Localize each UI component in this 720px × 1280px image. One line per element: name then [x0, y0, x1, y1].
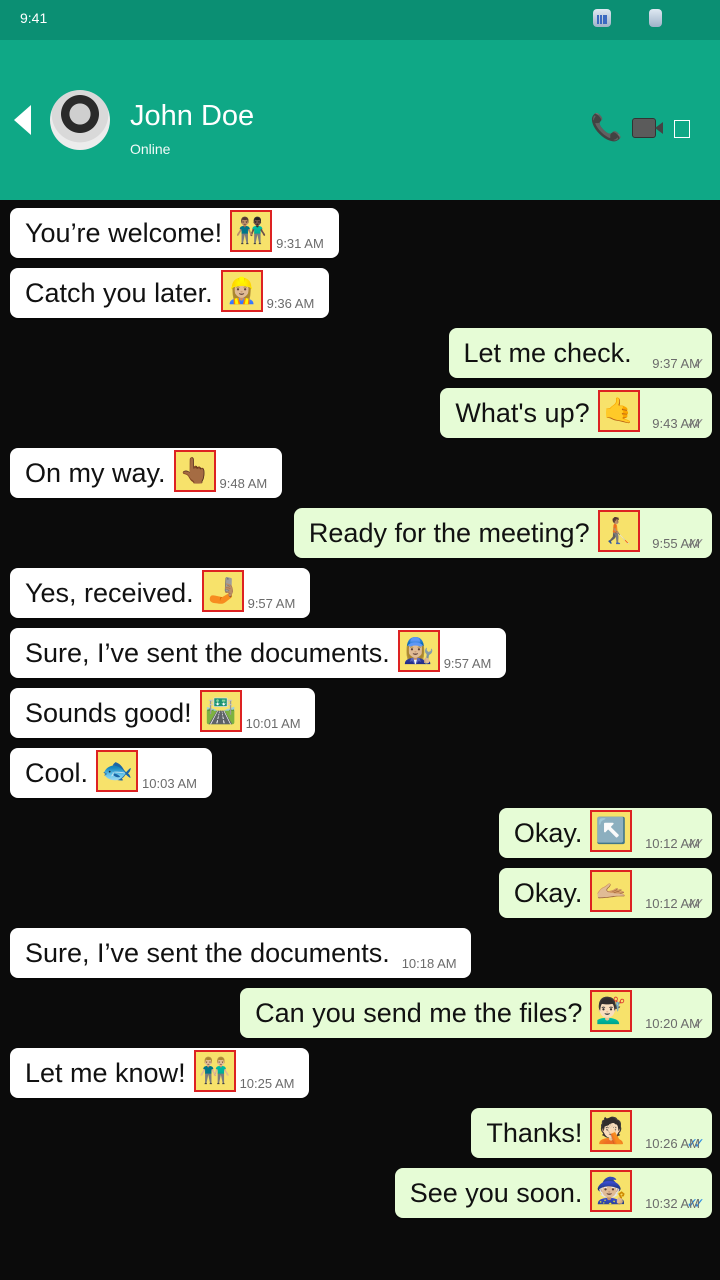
message-text: Ready for the meeting? — [308, 518, 590, 548]
outgoing-message[interactable]: Okay. 🫴🏼 ✓✓ 10:12 AM — [498, 868, 712, 918]
incoming-message[interactable]: Let me know! 👬🏼 10:25 AM — [10, 1048, 310, 1098]
emoji-icon: 🫴🏼 — [590, 870, 633, 912]
incoming-message[interactable]: Sure, I’ve sent the documents. 👩🏼‍🔧 9:57 A… — [10, 628, 507, 678]
message-time: 9:57 AM — [443, 656, 492, 671]
message-time: 9:37 AM — [652, 356, 700, 371]
incoming-message[interactable]: Sure, I’ve sent the documents. 10:18 AM — [10, 928, 472, 978]
message-text: You’re welcome! — [25, 218, 223, 248]
message-time: 9:36 AM — [266, 296, 315, 311]
outgoing-message[interactable]: Okay. ↖️ ✓✓ 10:12 AM — [498, 808, 712, 858]
message-time: 10:12 AM — [645, 836, 700, 851]
emoji-icon: 👆🏾 — [173, 450, 216, 492]
outgoing-message[interactable]: See you soon. 🧙🏼 ✓✓ 10:32 AM — [394, 1168, 712, 1218]
emoji-icon: 👷🏼‍♀️ — [220, 270, 263, 312]
emoji-icon: 🤙 — [597, 390, 640, 432]
message-text: Can you send me the files? — [255, 998, 583, 1028]
message-time: 9:48 AM — [219, 476, 268, 491]
outgoing-message[interactable]: Thanks! 🤦🏻 ✓✓ 10:26 AM — [471, 1108, 712, 1158]
incoming-message[interactable]: On my way. 👆🏾 9:48 AM — [10, 448, 282, 498]
status-bar: 9:41 — [0, 0, 720, 40]
emoji-icon: 💇🏻‍♂️ — [590, 990, 633, 1032]
message-time: 10:01 AM — [245, 716, 301, 731]
signal-icon — [593, 9, 611, 27]
chat-header: John Doe Online 📞 — [0, 40, 720, 200]
message-text: Sure, I’ve sent the documents. — [25, 638, 390, 668]
message-time: 10:18 AM — [401, 956, 457, 971]
message-text: Thanks! — [486, 1118, 583, 1148]
message-text: Let me know! — [25, 1058, 186, 1088]
message-text: Okay. — [513, 878, 583, 908]
contact-status: Online — [130, 141, 171, 157]
back-icon[interactable] — [14, 105, 31, 135]
incoming-message[interactable]: Sounds good! 🛣️ 10:01 AM — [10, 688, 316, 738]
outgoing-message[interactable]: Let me check. ✓ 9:37 AM — [448, 328, 712, 378]
avatar[interactable] — [50, 90, 110, 150]
video-call-icon[interactable] — [632, 118, 663, 138]
emoji-icon: 🐟 — [96, 750, 139, 792]
message-time: 10:12 AM — [645, 896, 700, 911]
message-time: 10:26 AM — [645, 1136, 700, 1151]
menu-icon[interactable] — [674, 120, 690, 138]
message-text: Cool. — [25, 758, 89, 788]
message-time: 9:57 AM — [247, 596, 296, 611]
message-time: 9:55 AM — [652, 536, 700, 551]
emoji-icon: 🧑🏽‍🦯‍➡️ — [597, 510, 640, 552]
message-text: Sure, I’ve sent the documents. — [25, 938, 390, 968]
emoji-icon: 👬🏼 — [193, 1050, 236, 1092]
emoji-icon: 👨🏽‍🤝‍👨🏿 — [230, 210, 273, 252]
outgoing-message[interactable]: Ready for the meeting? 🧑🏽‍🦯‍➡️ ✓✓ 9:55 AM — [293, 508, 712, 558]
incoming-message[interactable]: Catch you later. 👷🏼‍♀️ 9:36 AM — [10, 268, 330, 318]
message-time: 10:03 AM — [142, 776, 197, 791]
incoming-message[interactable]: Cool. 🐟 10:03 AM — [10, 748, 212, 798]
emoji-icon: 👩🏼‍🔧 — [397, 630, 440, 672]
emoji-icon: 🤳🏽 — [201, 570, 244, 612]
message-text: Yes, received. — [25, 578, 194, 608]
message-text: Catch you later. — [25, 278, 213, 308]
emoji-icon: ↖️ — [590, 810, 633, 852]
emoji-icon: 🧙🏼 — [590, 1170, 633, 1212]
message-text: Sounds good! — [25, 698, 192, 728]
message-time: 10:20 AM — [645, 1016, 700, 1031]
message-time: 9:31 AM — [276, 236, 324, 251]
outgoing-message[interactable]: Can you send me the files? 💇🏻‍♂️ ✓ 10:20 AM — [240, 988, 712, 1038]
message-text: Okay. — [513, 818, 583, 848]
message-list[interactable]: You’re welcome! 👨🏽‍🤝‍👨🏿 9:31 AM Catch you l… — [0, 200, 720, 1280]
message-text: See you soon. — [409, 1178, 583, 1208]
message-time: 10:25 AM — [239, 1076, 295, 1091]
incoming-message[interactable]: Yes, received. 🤳🏽 9:57 AM — [10, 568, 311, 618]
message-text: Let me check. — [463, 338, 632, 368]
contact-name[interactable]: John Doe — [130, 100, 254, 133]
status-icons — [593, 9, 662, 27]
message-time: 10:32 AM — [645, 1196, 700, 1211]
emoji-icon: 🛣️ — [199, 690, 242, 732]
outgoing-message[interactable]: What's up? 🤙 ✓✓ 9:43 AM — [440, 388, 712, 438]
status-time: 9:41 — [20, 10, 48, 26]
incoming-message[interactable]: You’re welcome! 👨🏽‍🤝‍👨🏿 9:31 AM — [10, 208, 339, 258]
phone-icon[interactable]: 📞 — [590, 112, 622, 143]
emoji-icon: 🤦🏻 — [590, 1110, 633, 1152]
message-text: What's up? — [455, 398, 590, 428]
message-time: 9:43 AM — [652, 416, 700, 431]
battery-icon — [649, 9, 662, 27]
message-text: On my way. — [25, 458, 166, 488]
